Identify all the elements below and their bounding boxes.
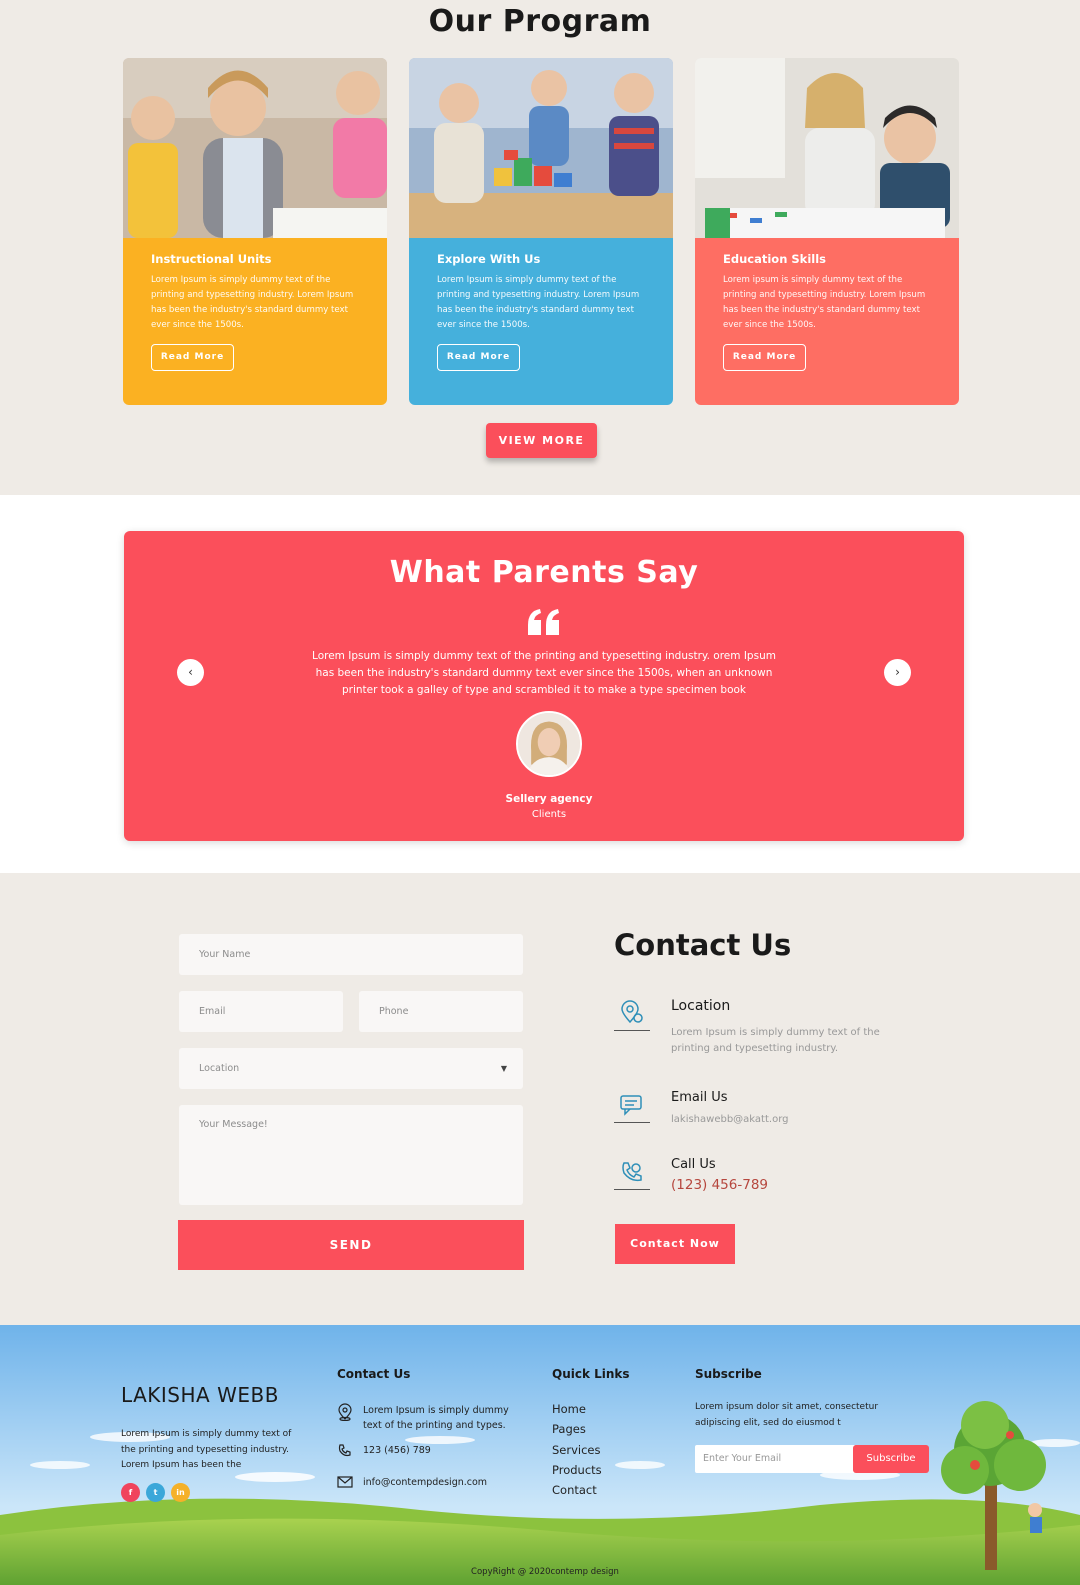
- contact-title: Contact Us: [614, 928, 792, 962]
- chat-icon: [614, 1090, 650, 1130]
- card-text: Lorem Ipsum is simply dummy text of the …: [151, 275, 354, 330]
- footer-email-text[interactable]: info@contempdesign.com: [363, 1475, 523, 1490]
- read-more-button[interactable]: Read More: [437, 344, 520, 371]
- footer-brand: LAKISHA WEBB: [121, 1383, 279, 1407]
- footer-address-text: Lorem Ipsum is simply dummy text of the …: [363, 1405, 509, 1431]
- footer-contact-title: Contact Us: [337, 1367, 411, 1381]
- footer-link-pages[interactable]: Pages: [552, 1419, 602, 1439]
- chevron-left-icon[interactable]: ‹: [177, 659, 204, 686]
- program-card-instructional: Instructional Units Lorem Ipsum is simpl…: [123, 58, 387, 405]
- card-body: Instructional Units Lorem Ipsum is simpl…: [123, 238, 387, 405]
- quote-icon: [528, 609, 559, 635]
- program-section: Our Program Instructional Units Lorem Ip…: [0, 0, 1080, 495]
- card-body: Education Skills Lorem ipsum is simply d…: [695, 238, 959, 405]
- program-title: Our Program: [428, 4, 652, 39]
- location-pin-icon: [338, 1403, 352, 1421]
- linkedin-icon[interactable]: in: [171, 1483, 190, 1502]
- read-more-button[interactable]: Read More: [723, 344, 806, 371]
- twitter-icon[interactable]: t: [146, 1483, 165, 1502]
- testimonial-quote: Lorem Ipsum is simply dummy text of the …: [312, 650, 776, 696]
- mail-icon: [337, 1476, 353, 1488]
- footer-phone-text: 123 (456) 789: [363, 1445, 431, 1456]
- contact-now-button[interactable]: Contact Now: [615, 1224, 735, 1264]
- quick-links: Home Pages Services Products Contact: [552, 1399, 602, 1500]
- footer-link-services[interactable]: Services: [552, 1440, 602, 1460]
- card-photo: [409, 58, 673, 238]
- call-title: Call Us: [671, 1157, 716, 1172]
- contact-section: Your Name Email Phone Location ▼ Your Me…: [0, 873, 1080, 1325]
- location-select-label: Location: [199, 1063, 240, 1074]
- testimonial-panel: What Parents Say Lorem Ipsum is simply d…: [124, 531, 964, 841]
- avatar: [516, 711, 582, 777]
- card-body: Explore With Us Lorem Ipsum is simply du…: [409, 238, 673, 405]
- testimonial-role: Clients: [531, 809, 567, 820]
- read-more-button[interactable]: Read More: [151, 344, 234, 371]
- footer-about: Lorem Ipsum is simply dummy text of the …: [121, 1429, 292, 1470]
- phone-input[interactable]: Phone: [359, 991, 523, 1032]
- testimonial-title: What Parents Say: [389, 555, 699, 590]
- card-title: Instructional Units: [151, 252, 272, 266]
- phone-icon: [338, 1444, 351, 1457]
- location-title: Location: [671, 998, 731, 1014]
- location-icon: [614, 998, 650, 1038]
- copyright: CopyRight @ 2020contemp design: [471, 1567, 619, 1577]
- call-text: (123) 456-789: [671, 1177, 768, 1193]
- testimonial-section: What Parents Say Lorem Ipsum is simply d…: [0, 495, 1080, 873]
- card-photo: [695, 58, 959, 238]
- quick-links-title: Quick Links: [552, 1367, 630, 1381]
- location-select[interactable]: Location ▼: [179, 1048, 523, 1089]
- email-text: lakishawebb@akatt.org: [671, 1114, 789, 1125]
- program-card-education: Education Skills Lorem ipsum is simply d…: [695, 58, 959, 405]
- caret-down-icon: ▼: [500, 1064, 507, 1073]
- location-text: Lorem Ipsum is simply dummy text of the …: [671, 1027, 880, 1054]
- subscribe-title: Subscribe: [695, 1367, 762, 1381]
- card-text: Lorem Ipsum is simply dummy text of the …: [437, 275, 640, 330]
- email-input[interactable]: Email: [179, 991, 343, 1032]
- card-title: Education Skills: [723, 252, 826, 266]
- footer-link-contact[interactable]: Contact: [552, 1480, 602, 1500]
- send-button[interactable]: SEND: [178, 1220, 524, 1270]
- footer-link-products[interactable]: Products: [552, 1460, 602, 1480]
- subscribe-text: Lorem ipsum dolor sit amet, consectetur …: [695, 1402, 879, 1428]
- name-input[interactable]: Your Name: [179, 934, 523, 975]
- view-more-button[interactable]: VIEW MORE: [486, 423, 597, 458]
- program-card-explore: Explore With Us Lorem Ipsum is simply du…: [409, 58, 673, 405]
- email-title: Email Us: [671, 1090, 728, 1105]
- card-title: Explore With Us: [437, 252, 541, 266]
- facebook-icon[interactable]: f: [121, 1483, 140, 1502]
- message-textarea[interactable]: Your Message!: [179, 1105, 523, 1205]
- subscribe-button[interactable]: Subscribe: [853, 1445, 929, 1473]
- card-photo: [123, 58, 387, 238]
- testimonial-name: Sellery agency: [505, 793, 593, 805]
- chevron-right-icon[interactable]: ›: [884, 659, 911, 686]
- phone-icon: [614, 1157, 650, 1197]
- social-links: f t in: [121, 1480, 196, 1502]
- footer: LAKISHA WEBB Lorem Ipsum is simply dummy…: [0, 1325, 1080, 1585]
- subscribe-email-input[interactable]: Enter Your Email: [695, 1445, 855, 1473]
- card-text: Lorem ipsum is simply dummy text of the …: [723, 275, 926, 330]
- footer-link-home[interactable]: Home: [552, 1399, 602, 1419]
